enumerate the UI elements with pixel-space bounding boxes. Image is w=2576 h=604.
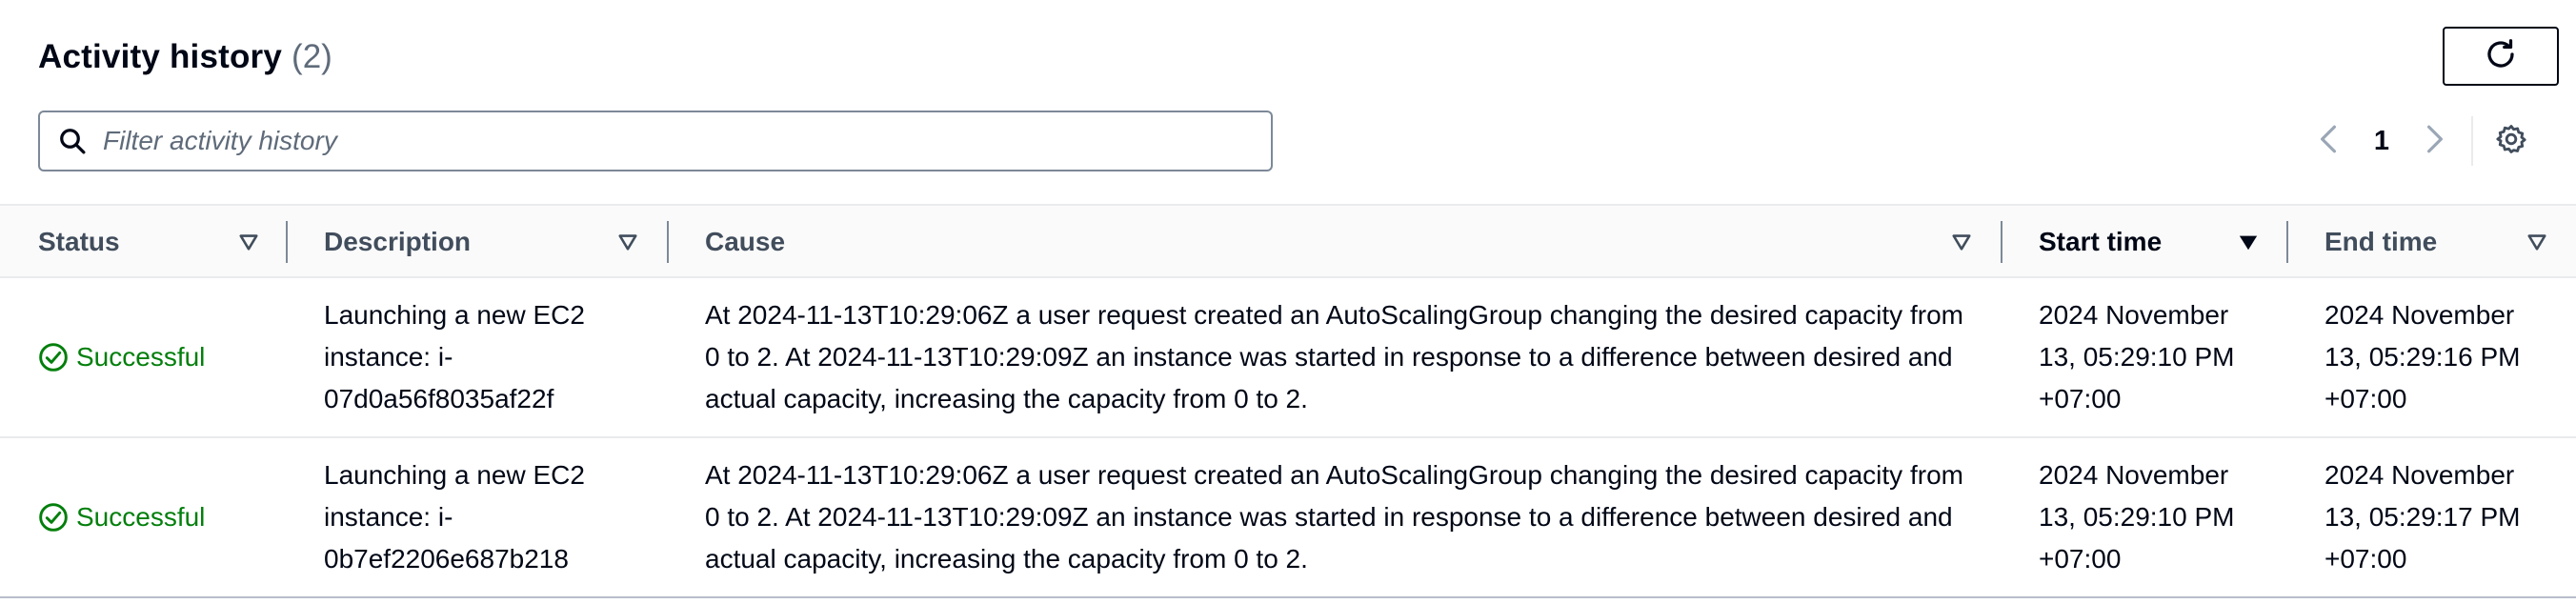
table-row: Successful Launching a new EC2 instance:… bbox=[0, 278, 2576, 438]
start-time-text: 2024 November 13, 05:29:10 PM +07:00 bbox=[2039, 460, 2235, 574]
cause-text: At 2024-11-13T10:29:06Z a user request c… bbox=[705, 300, 1963, 413]
column-header-status[interactable]: Status bbox=[38, 206, 267, 278]
panel-header: Activity history (2) bbox=[38, 34, 332, 80]
description-text: Launching a new EC2 instance: i-0b7ef220… bbox=[324, 460, 585, 574]
column-resizer[interactable] bbox=[2001, 221, 2002, 263]
cause-cell: At 2024-11-13T10:29:06Z a user request c… bbox=[705, 278, 1972, 436]
description-cell: Launching a new EC2 instance: i-07d0a56f… bbox=[324, 278, 648, 436]
pagination: 1 bbox=[2305, 112, 2536, 170]
column-label: Status bbox=[38, 227, 120, 256]
status-label: Successful bbox=[76, 502, 206, 532]
cause-cell: At 2024-11-13T10:29:06Z a user request c… bbox=[705, 438, 1972, 596]
search-input[interactable] bbox=[103, 112, 1271, 170]
status-badge: Successful bbox=[38, 496, 205, 538]
column-resizer[interactable] bbox=[667, 221, 669, 263]
refresh-icon bbox=[2484, 37, 2518, 76]
success-check-icon bbox=[38, 342, 69, 372]
refresh-button[interactable] bbox=[2443, 27, 2559, 86]
column-label: Description bbox=[324, 227, 472, 256]
item-count: (2) bbox=[292, 38, 332, 75]
start-time-cell: 2024 November 13, 05:29:10 PM +07:00 bbox=[2039, 438, 2267, 596]
table-header: Status Description Cause Start time End … bbox=[0, 204, 2576, 278]
status-cell: Successful bbox=[38, 278, 286, 436]
column-header-end-time[interactable]: End time bbox=[2324, 206, 2515, 278]
status-label: Successful bbox=[76, 342, 206, 372]
column-label: Cause bbox=[705, 227, 786, 256]
success-check-icon bbox=[38, 502, 69, 533]
sort-descending-icon[interactable] bbox=[2237, 206, 2260, 278]
previous-page-button[interactable] bbox=[2305, 112, 2351, 170]
sort-caret-icon[interactable] bbox=[238, 206, 259, 278]
column-header-start-time[interactable]: Start time bbox=[2039, 206, 2229, 278]
end-time-text: 2024 November 13, 05:29:16 PM +07:00 bbox=[2324, 300, 2521, 413]
search-icon bbox=[53, 122, 91, 160]
table-row: Successful Launching a new EC2 instance:… bbox=[0, 438, 2576, 598]
end-time-cell: 2024 November 13, 05:29:17 PM +07:00 bbox=[2324, 438, 2553, 596]
chevron-right-icon bbox=[2425, 124, 2445, 159]
activity-history-panel: Activity history (2) 1 bbox=[0, 0, 2576, 604]
current-page-number[interactable]: 1 bbox=[2351, 126, 2412, 157]
sort-caret-icon[interactable] bbox=[2526, 206, 2547, 278]
pagination-divider bbox=[2471, 116, 2473, 166]
start-time-text: 2024 November 13, 05:29:10 PM +07:00 bbox=[2039, 300, 2235, 413]
sort-caret-icon[interactable] bbox=[1951, 206, 1972, 278]
table-preferences-button[interactable] bbox=[2486, 112, 2536, 170]
column-header-description[interactable]: Description bbox=[324, 206, 610, 278]
column-resizer[interactable] bbox=[286, 221, 288, 263]
status-badge: Successful bbox=[38, 336, 205, 378]
column-label: End time bbox=[2324, 227, 2438, 256]
description-cell: Launching a new EC2 instance: i-0b7ef220… bbox=[324, 438, 648, 596]
description-text: Launching a new EC2 instance: i-07d0a56f… bbox=[324, 300, 585, 413]
page-title: Activity history bbox=[38, 38, 283, 75]
cause-text: At 2024-11-13T10:29:06Z a user request c… bbox=[705, 460, 1963, 574]
end-time-text: 2024 November 13, 05:29:17 PM +07:00 bbox=[2324, 460, 2521, 574]
column-resizer[interactable] bbox=[2286, 221, 2288, 263]
status-cell: Successful bbox=[38, 438, 286, 596]
activity-table: Status Description Cause Start time End … bbox=[0, 204, 2576, 598]
search-field[interactable] bbox=[38, 111, 1273, 171]
sort-caret-icon[interactable] bbox=[617, 206, 638, 278]
start-time-cell: 2024 November 13, 05:29:10 PM +07:00 bbox=[2039, 278, 2267, 436]
column-header-cause[interactable]: Cause bbox=[705, 206, 1943, 278]
table-body: Successful Launching a new EC2 instance:… bbox=[0, 278, 2576, 598]
gear-icon bbox=[2495, 123, 2527, 160]
chevron-left-icon bbox=[2318, 124, 2339, 159]
end-time-cell: 2024 November 13, 05:29:16 PM +07:00 bbox=[2324, 278, 2553, 436]
column-label: Start time bbox=[2039, 227, 2163, 256]
next-page-button[interactable] bbox=[2412, 112, 2458, 170]
